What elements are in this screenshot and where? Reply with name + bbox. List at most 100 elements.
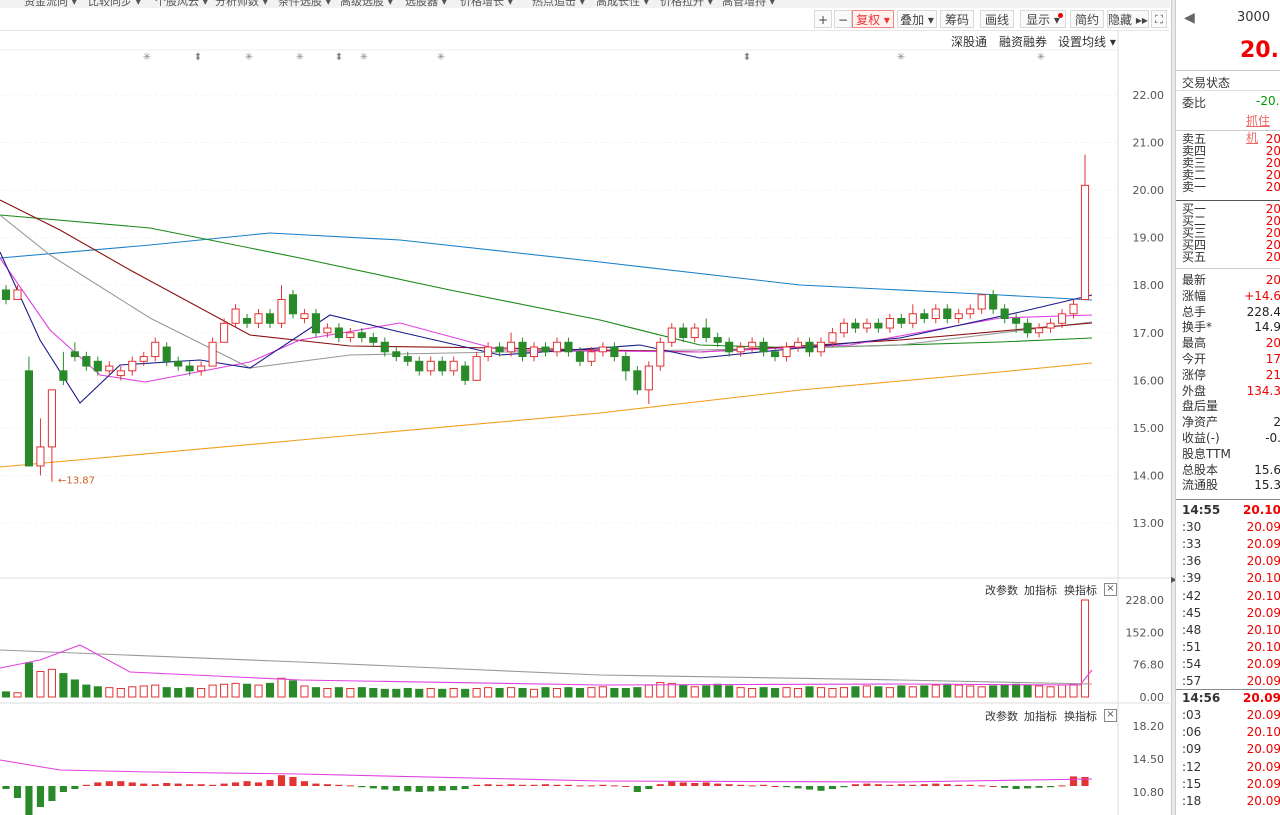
ma120-line (0, 232, 1093, 301)
event-marker-6: ✳ (437, 52, 445, 63)
indicator-bar-60 (691, 783, 699, 786)
indicator-bar-33 (381, 786, 389, 790)
tick-row-11-label: 14:56 (1182, 691, 1221, 706)
vol-huan-zhibiao-button[interactable]: 换指标 (1064, 582, 1097, 598)
stat-13-label: 流通股 (1182, 478, 1219, 493)
indicator-bar-84 (966, 784, 974, 786)
low-price-marker: ←13.87 (58, 476, 95, 487)
indicator-bar-31 (358, 786, 366, 788)
volume-bar-67 (771, 687, 780, 698)
volume-bar-8 (93, 686, 102, 698)
ind-gai-canshu-button[interactable]: 改参数 (985, 708, 1018, 724)
indicator-bar-4 (48, 786, 56, 801)
ind-jia-zhibiao-button[interactable]: 加指标 (1024, 708, 1057, 724)
kline-chart[interactable]: 22.00 21.00 20.00 19.00 18.00 17.00 16.00 15.00… (0, 0, 1170, 815)
candle-body-94 (1080, 184, 1090, 300)
indicator-bar-47 (541, 784, 550, 786)
candle-body-45 (518, 341, 527, 358)
volume-bar-78 (897, 685, 906, 698)
tick-row-8: :51 20.10 (1176, 640, 1280, 655)
candle-body-93 (1069, 303, 1078, 315)
tick-row-6-label: :45 (1182, 605, 1202, 620)
stat-2: 总手 228.4 (1176, 305, 1280, 320)
candle-body-85 (977, 294, 986, 310)
tick-row-5: :42 20.10 (1176, 589, 1280, 604)
candle-body-61 (702, 327, 711, 339)
candle-body-33 (380, 341, 389, 353)
stat-3-label: 换手* (1182, 320, 1213, 335)
volume-bar-42 (484, 687, 493, 698)
price-tick-9: 13.00 (1133, 517, 1165, 530)
vol-close-icon[interactable]: × (1104, 583, 1117, 596)
candle-body-53 (610, 346, 619, 358)
indicator-bar-49 (564, 784, 573, 786)
sell-level-1-label: 卖一 (1182, 180, 1207, 194)
vol-jia-zhibiao-button[interactable]: 加指标 (1024, 582, 1057, 598)
vol-gai-canshu-button[interactable]: 改参数 (985, 582, 1018, 598)
volume-bar-52 (598, 686, 607, 698)
event-marker-4: ⬍ (335, 52, 343, 63)
stat-6-label: 涨停 (1182, 367, 1207, 382)
volume-bar-65 (748, 687, 757, 698)
volume-bar-0 (1, 691, 11, 698)
event-marker-5: ✳ (360, 52, 368, 63)
volume-bar-56 (644, 684, 653, 698)
candle-body-76 (874, 322, 883, 329)
tick-row-3: :36 20.09 (1176, 554, 1280, 569)
tick-row-12-value: 20.09 (1246, 708, 1280, 723)
volume-bar-9 (105, 687, 114, 698)
indicator-bar-83 (955, 784, 963, 786)
volume-bar-88 (1012, 683, 1021, 698)
indicator-bar-22 (254, 782, 263, 786)
tick-row-3-value: 20.09 (1246, 554, 1280, 569)
indicator-bar-36 (415, 786, 423, 792)
volume-bar-22 (254, 684, 263, 698)
indicator-bar-1 (13, 786, 22, 798)
buy-level-5-value: 20 (1265, 250, 1280, 264)
tick-row-9-label: :54 (1182, 656, 1202, 671)
tick-row-7: :48 20.10 (1176, 623, 1280, 638)
volume-bar-48 (552, 687, 562, 698)
indicator-bar-28 (323, 784, 331, 786)
tick-row-1-value: 20.09 (1246, 520, 1280, 535)
tick-row-0-label: 14:55 (1182, 503, 1221, 517)
price-tick-4: 18.00 (1133, 279, 1165, 292)
candle-body-63 (725, 341, 734, 353)
indicator-bar-10 (117, 781, 125, 786)
ma10-line (0, 257, 1093, 383)
indicator-bar-81 (932, 783, 940, 786)
volume-bar-76 (874, 686, 883, 698)
candle-body-51 (587, 351, 596, 362)
volume-bar-3 (36, 670, 45, 698)
stat-12: 总股本 15.6 (1176, 463, 1280, 478)
candle-body-88 (1012, 318, 1021, 324)
stat-6-value: 21 (1265, 367, 1280, 382)
stat-5-value: 17 (1265, 352, 1280, 366)
volume-bar-50 (575, 687, 584, 698)
volume-bar-13 (151, 684, 160, 698)
indicator-bar-27 (312, 783, 320, 786)
volume-bar-69 (793, 687, 803, 698)
candle-body-26 (300, 313, 309, 320)
indicator-bar-23 (266, 780, 274, 786)
volume-bar-6 (70, 679, 79, 698)
stat-2-label: 总手 (1182, 304, 1207, 319)
ind-close-icon[interactable]: × (1104, 709, 1117, 722)
candle-body-60 (690, 327, 699, 339)
trade-state: 交易状态 (1182, 76, 1231, 90)
indicator-bar-0 (2, 786, 10, 789)
prev-stock-icon[interactable]: ◀ (1184, 10, 1195, 26)
buy-level-5-label: 买五 (1182, 250, 1207, 264)
volume-bar-87 (1000, 684, 1009, 698)
volume-bar-12 (139, 685, 148, 698)
candle-body-49 (564, 341, 573, 353)
indicator-bar-65 (748, 785, 756, 787)
tick-row-16-value: 20.09 (1246, 776, 1280, 791)
tick-row-11-value: 20.09 (1243, 691, 1280, 706)
volume-bar-49 (564, 687, 573, 698)
candle-body-36 (415, 360, 424, 372)
indicator-bar-87 (1001, 786, 1009, 788)
ind-huan-zhibiao-button[interactable]: 换指标 (1064, 708, 1097, 724)
volume-bar-31 (357, 687, 366, 698)
stat-7-value: 134.3 (1246, 383, 1280, 398)
